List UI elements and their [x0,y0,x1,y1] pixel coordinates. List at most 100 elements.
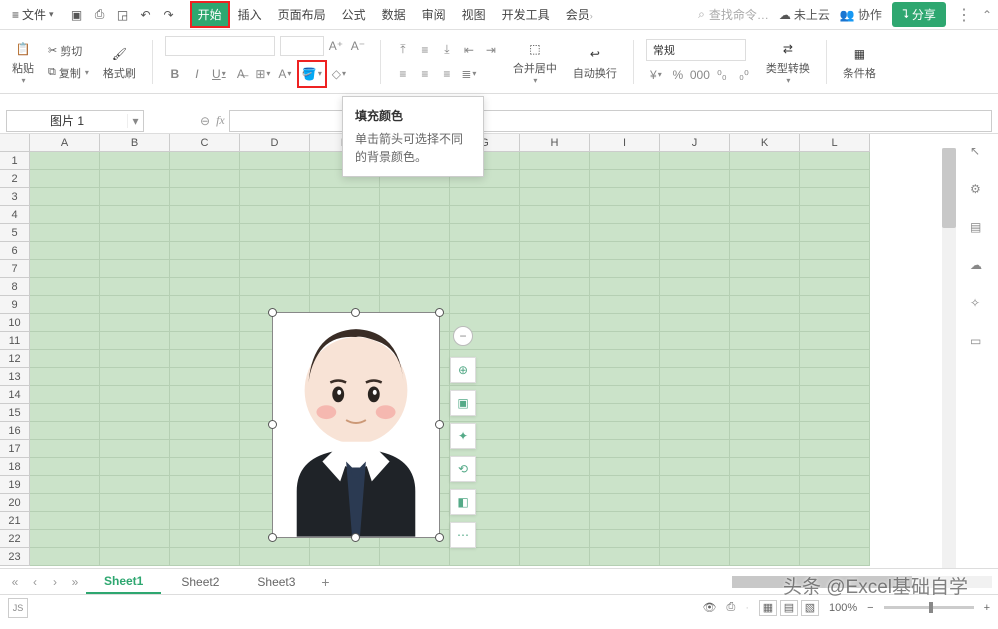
cell[interactable] [30,188,100,206]
name-box-dropdown-icon[interactable]: ▾ [127,114,143,128]
cell[interactable] [730,512,800,530]
cell[interactable] [310,188,380,206]
cell[interactable] [520,530,590,548]
cell[interactable] [100,260,170,278]
cell[interactable] [590,512,660,530]
cell[interactable] [730,386,800,404]
cell[interactable] [660,332,730,350]
cell[interactable] [310,242,380,260]
row-header[interactable]: 1 [0,152,30,170]
cell[interactable] [800,530,870,548]
eye-icon[interactable]: 👁 [703,601,717,614]
cell[interactable] [590,224,660,242]
fill-color-button[interactable]: 🪣 [297,60,327,88]
cell[interactable] [240,188,310,206]
cell[interactable] [800,368,870,386]
sheet-nav-last-icon[interactable]: » [66,573,84,591]
cell[interactable] [30,332,100,350]
cell[interactable] [520,332,590,350]
cell[interactable] [170,260,240,278]
vscroll-thumb[interactable] [942,148,956,228]
cell[interactable] [30,296,100,314]
cell[interactable] [520,188,590,206]
cell[interactable] [100,404,170,422]
cell[interactable] [100,440,170,458]
zoom-out-icon[interactable]: − [867,602,873,614]
cell[interactable] [30,386,100,404]
decrease-decimal-icon[interactable]: ⁰₀ [712,65,732,85]
cell[interactable] [100,152,170,170]
column-header[interactable]: K [730,134,800,152]
cell[interactable] [100,314,170,332]
cell[interactable] [30,350,100,368]
cell[interactable] [450,224,520,242]
cell[interactable] [310,206,380,224]
more-image-options-button[interactable]: ⋯ [450,522,476,548]
cell[interactable] [590,440,660,458]
zoom-in-button[interactable]: ⊕ [450,357,476,383]
command-search[interactable]: ⌕ 查找命令… [698,6,769,23]
cell[interactable] [800,296,870,314]
cell[interactable] [520,170,590,188]
tab-data[interactable]: 数据 [374,1,414,28]
cell[interactable] [590,314,660,332]
resize-handle[interactable] [435,533,444,542]
row-header[interactable]: 11 [0,332,30,350]
row-header[interactable]: 6 [0,242,30,260]
save-icon[interactable]: ▣ [68,6,86,24]
cell[interactable] [800,476,870,494]
cell[interactable] [520,404,590,422]
cell[interactable] [660,368,730,386]
cell[interactable] [170,548,240,566]
cell[interactable] [100,548,170,566]
cell[interactable] [310,278,380,296]
cell[interactable] [380,278,450,296]
cell[interactable] [520,440,590,458]
row-header[interactable]: 19 [0,476,30,494]
cell[interactable] [100,296,170,314]
cell[interactable] [240,548,310,566]
cell[interactable] [660,206,730,224]
crop-button[interactable]: ▣ [450,390,476,416]
cut-button[interactable]: ✂剪切 [46,42,91,60]
cell[interactable] [170,332,240,350]
row-header[interactable]: 20 [0,494,30,512]
cell[interactable] [170,206,240,224]
cell[interactable] [170,350,240,368]
select-all-corner[interactable] [0,134,30,152]
cell[interactable] [30,152,100,170]
cell[interactable] [660,350,730,368]
number-format-select[interactable]: 常规 [646,39,746,61]
sheet-tab[interactable]: Sheet2 [163,571,237,593]
align-top-icon[interactable]: ⤒ [393,40,413,60]
tab-devtools[interactable]: 开发工具 [494,1,558,28]
cell[interactable] [800,170,870,188]
cell[interactable] [800,314,870,332]
cell[interactable] [100,188,170,206]
cell[interactable] [380,260,450,278]
align-middle-icon[interactable]: ≡ [415,40,435,60]
row-header[interactable]: 16 [0,422,30,440]
name-box[interactable]: 图片 1 ▾ [6,110,144,132]
cell[interactable] [590,404,660,422]
cell[interactable] [100,332,170,350]
cell[interactable] [520,296,590,314]
vertical-scrollbar[interactable] [942,148,956,568]
zoom-out-button[interactable]: − [453,326,473,346]
effects-button[interactable]: ✦ [450,423,476,449]
cell[interactable] [310,260,380,278]
align-left-icon[interactable]: ≡ [393,64,413,84]
tab-page-layout[interactable]: 页面布局 [270,1,334,28]
cell[interactable] [520,242,590,260]
cell[interactable] [520,494,590,512]
cell[interactable] [170,386,240,404]
cell[interactable] [240,260,310,278]
cell[interactable] [800,422,870,440]
merge-button[interactable]: ⬚ 合并居中 [509,36,561,87]
cell[interactable] [730,314,800,332]
row-header[interactable]: 7 [0,260,30,278]
sheet-nav-first-icon[interactable]: « [6,573,24,591]
row-header[interactable]: 4 [0,206,30,224]
cell[interactable] [30,278,100,296]
column-header[interactable]: J [660,134,730,152]
